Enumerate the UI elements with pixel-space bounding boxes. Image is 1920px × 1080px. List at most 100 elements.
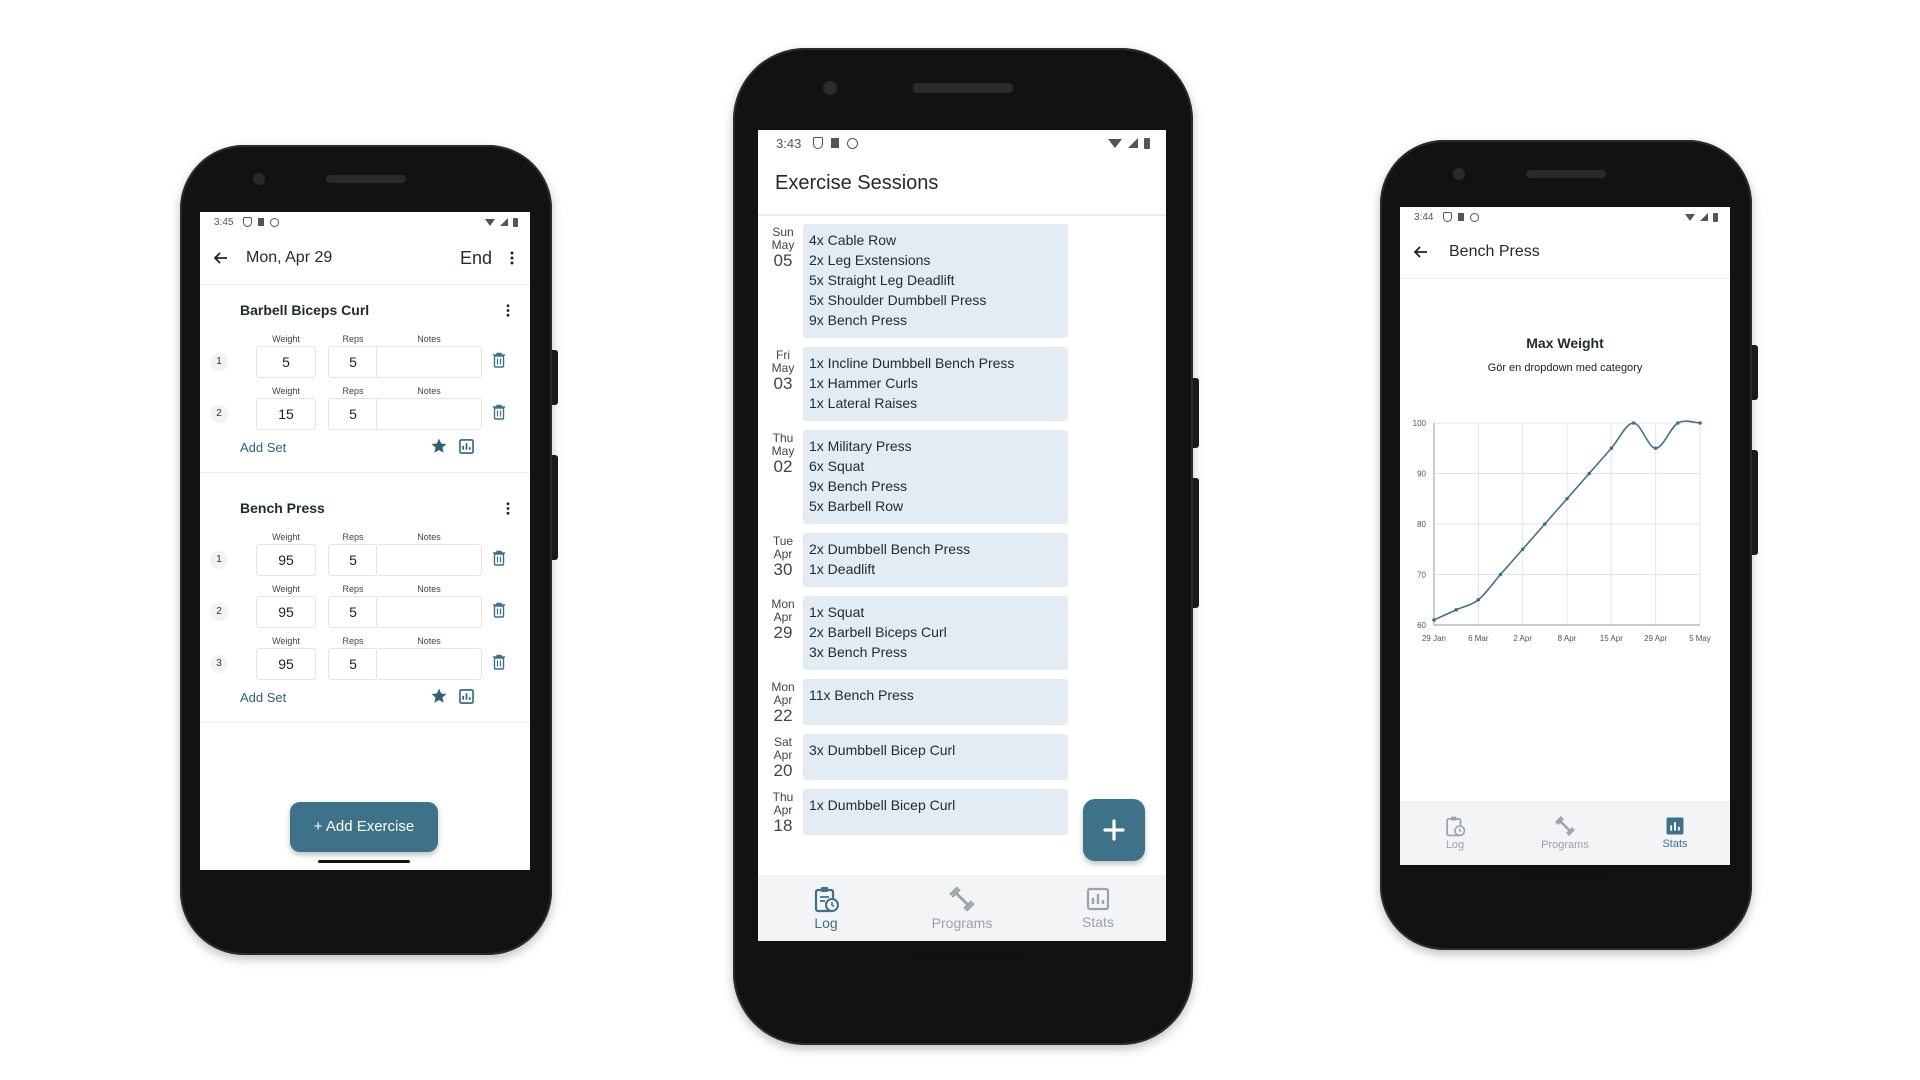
exercise-title: Bench Press <box>1449 243 1540 260</box>
more-vert-icon[interactable] <box>510 251 514 265</box>
end-button[interactable]: End <box>460 248 492 269</box>
delete-set-icon[interactable] <box>492 550 506 571</box>
notification-icons <box>813 137 859 149</box>
add-session-fab[interactable] <box>1083 799 1145 861</box>
front-camera <box>253 173 265 185</box>
nav-log[interactable]: Log <box>1400 801 1510 865</box>
notes-input[interactable] <box>376 648 482 680</box>
weight-input[interactable]: 95 <box>256 596 316 628</box>
session-row[interactable]: Mon Apr 22 11x Bench Press <box>758 679 1166 725</box>
battery-icon <box>1713 212 1718 222</box>
session-row[interactable]: Sat Apr 20 3x Dumbbell Bicep Curl <box>758 734 1166 780</box>
bar-chart-icon <box>1086 887 1110 911</box>
session-exercise: 1x Incline Dumbbell Bench Press <box>809 355 1015 371</box>
exercise-stats-icon[interactable] <box>458 438 475 460</box>
session-card[interactable]: 2x Dumbbell Bench Press 1x Deadlift <box>803 533 1068 587</box>
session-date: Fri May 03 <box>768 349 798 393</box>
session-exercise: 1x Lateral Raises <box>809 395 918 411</box>
weight-label: Weight <box>272 334 300 344</box>
reps-input[interactable]: 5 <box>328 544 378 576</box>
nav-stats-label: Stats <box>1082 914 1114 930</box>
star-icon[interactable] <box>430 437 448 460</box>
delete-set-icon[interactable] <box>492 602 506 623</box>
nav-programs[interactable]: Programs <box>1510 801 1620 865</box>
session-card[interactable]: 1x Incline Dumbbell Bench Press 1x Hammer… <box>803 347 1068 421</box>
session-row[interactable]: Sun May 05 4x Cable Row 2x Leg Exstensions 5x… <box>758 224 1166 338</box>
session-row[interactable]: Mon Apr 29 1x Squat 2x Barbell Biceps Curl 3x… <box>758 596 1166 670</box>
x-tick-label: 5 May <box>1689 634 1711 643</box>
exercise-stats-icon[interactable] <box>458 688 475 710</box>
nav-stats[interactable]: Stats <box>1620 801 1730 865</box>
signal-icon <box>1700 213 1708 221</box>
session-day: 22 <box>773 706 793 726</box>
notes-input[interactable] <box>376 398 482 430</box>
back-arrow-icon[interactable] <box>212 250 228 266</box>
exercise-name: Bench Press <box>240 500 325 516</box>
add-set-link[interactable]: Add Set <box>240 440 286 455</box>
reps-input[interactable]: 5 <box>328 398 378 430</box>
notes-input[interactable] <box>376 596 482 628</box>
y-tick-label: 70 <box>1417 571 1426 580</box>
weight-input[interactable]: 15 <box>256 398 316 430</box>
session-exercise: 5x Straight Leg Deadlift <box>809 272 955 288</box>
front-camera <box>823 81 837 95</box>
delete-set-icon[interactable] <box>492 404 506 425</box>
session-day: 05 <box>773 251 793 271</box>
status-bar: 3:43 <box>758 130 1166 156</box>
sd-card-icon <box>258 218 265 226</box>
session-card[interactable]: 11x Bench Press <box>803 679 1068 725</box>
delete-set-icon[interactable] <box>492 352 506 373</box>
weight-input[interactable]: 95 <box>256 648 316 680</box>
exercise-more-icon[interactable] <box>506 304 510 322</box>
weight-input[interactable]: 5 <box>256 346 316 378</box>
session-exercise: 1x Squat <box>809 604 865 620</box>
data-point <box>1498 572 1503 577</box>
session-day: 03 <box>773 374 793 394</box>
session-card[interactable]: 1x Squat 2x Barbell Biceps Curl 3x Bench P… <box>803 596 1068 670</box>
session-row[interactable]: Thu May 02 1x Military Press 6x Squat 9x Benc… <box>758 430 1166 524</box>
add-exercise-button[interactable]: + Add Exercise <box>290 802 438 852</box>
session-card[interactable]: 3x Dumbbell Bicep Curl <box>803 734 1068 780</box>
notes-input[interactable] <box>376 544 482 576</box>
earpiece-speaker <box>913 83 1013 93</box>
app-bar: Bench Press <box>1400 229 1730 275</box>
nav-log[interactable]: Log <box>758 875 894 941</box>
weight-input[interactable]: 95 <box>256 544 316 576</box>
card-divider <box>200 472 530 473</box>
notes-input[interactable] <box>376 346 482 378</box>
reps-input[interactable]: 5 <box>328 596 378 628</box>
session-card[interactable]: 1x Military Press 6x Squat 9x Bench Press 5… <box>803 430 1068 524</box>
shield-icon <box>813 137 824 149</box>
session-card[interactable]: 1x Dumbbell Bicep Curl <box>803 789 1068 835</box>
reps-label: Reps <box>342 386 364 396</box>
title-divider <box>758 214 1166 216</box>
session-weekday: Thu <box>772 790 794 804</box>
set-row: Weight Reps Notes 2 15 5 <box>200 386 530 438</box>
notification-icons <box>1443 212 1480 222</box>
nav-programs[interactable]: Programs <box>894 875 1030 941</box>
sync-icon <box>1470 212 1480 222</box>
screen-workout: 3:45 Mon, Apr 29 End Barbell Biceps Curl… <box>200 212 530 870</box>
delete-set-icon[interactable] <box>492 654 506 675</box>
data-point <box>1609 446 1614 451</box>
gesture-bar <box>1518 874 1610 877</box>
add-set-link[interactable]: Add Set <box>240 690 286 705</box>
nav-stats[interactable]: Stats <box>1030 875 1166 941</box>
workout-date: Mon, Apr 29 <box>246 249 333 266</box>
session-month: May <box>771 443 795 458</box>
session-exercise: 6x Squat <box>809 458 865 474</box>
reps-input[interactable]: 5 <box>328 346 378 378</box>
star-icon[interactable] <box>430 687 448 710</box>
set-number: 2 <box>210 405 228 423</box>
session-card[interactable]: 4x Cable Row 2x Leg Exstensions 5x Straigh… <box>803 224 1068 338</box>
nav-programs-label: Programs <box>931 915 993 931</box>
session-month: Apr <box>773 692 793 707</box>
back-arrow-icon[interactable] <box>1412 244 1428 260</box>
earpiece-speaker <box>1526 170 1606 178</box>
session-row[interactable]: Tue Apr 30 2x Dumbbell Bench Press 1x Deadli… <box>758 533 1166 587</box>
y-tick-label: 100 <box>1413 419 1427 428</box>
reps-input[interactable]: 5 <box>328 648 378 680</box>
exercise-more-icon[interactable] <box>506 502 510 520</box>
session-row[interactable]: Fri May 03 1x Incline Dumbbell Bench Press 1… <box>758 347 1166 421</box>
status-time: 3:43 <box>776 135 802 151</box>
